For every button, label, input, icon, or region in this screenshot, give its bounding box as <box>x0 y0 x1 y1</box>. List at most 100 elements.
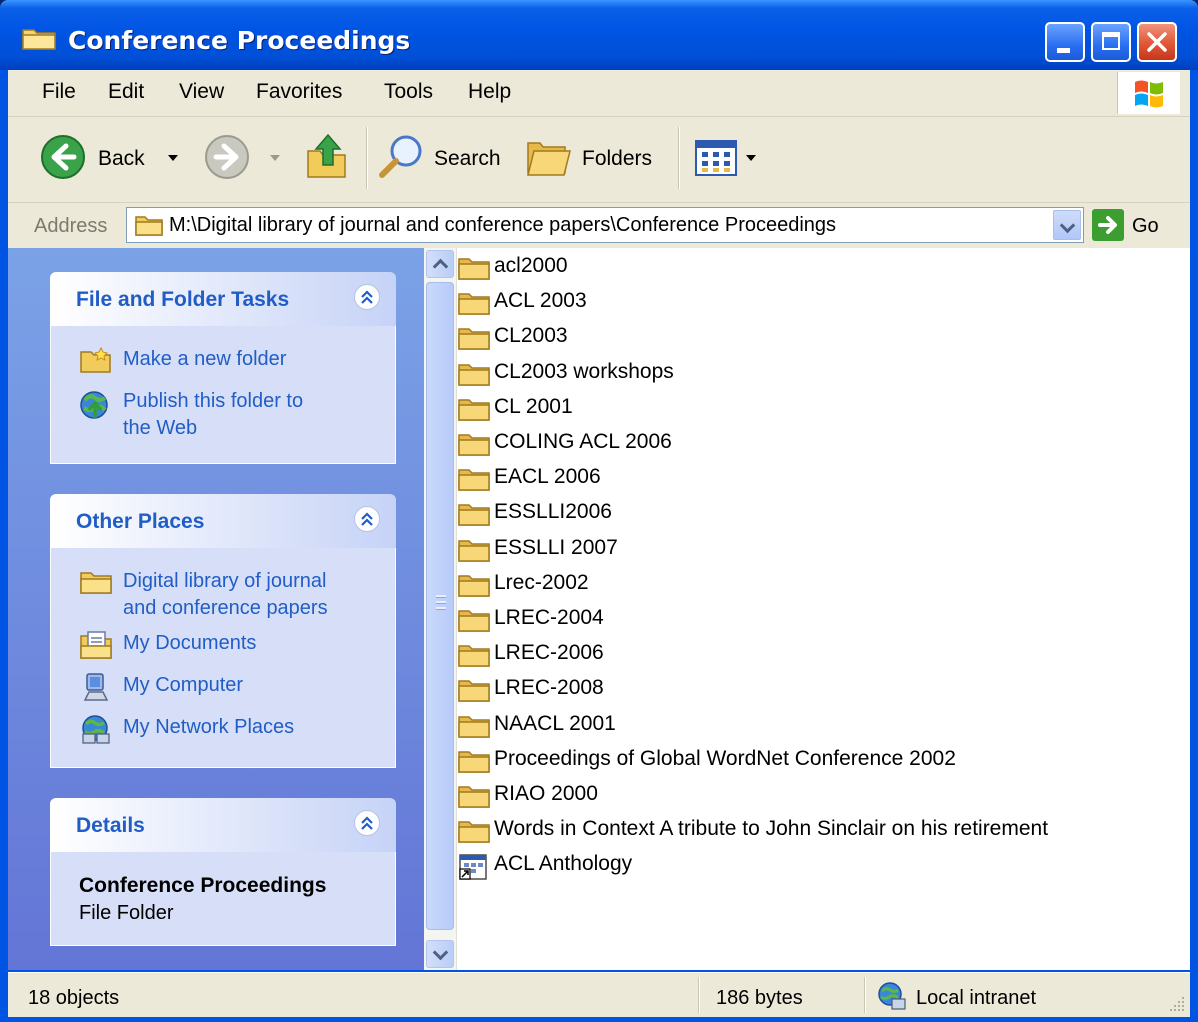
back-button[interactable]: Back <box>38 117 188 202</box>
back-label: Back <box>98 147 145 170</box>
folder-icon <box>458 575 490 597</box>
panel-title: Other Places <box>76 510 205 533</box>
panel-title: File and Folder Tasks <box>76 288 290 311</box>
menu-bar: File Edit View Favorites Tools Help <box>8 70 1190 117</box>
shortcut-file-icon <box>459 854 487 881</box>
address-dropdown-button[interactable] <box>1053 210 1081 240</box>
folder-icon <box>458 504 490 527</box>
details-type: File Folder <box>79 902 174 924</box>
forward-button[interactable] <box>204 117 288 202</box>
views-dropdown-icon <box>746 155 756 161</box>
windows-flag-icon <box>1135 80 1163 108</box>
back-dropdown-icon[interactable] <box>168 155 178 163</box>
close-button[interactable] <box>1137 22 1177 62</box>
folders-button[interactable]: Folders <box>526 117 662 202</box>
file-name: ACL Anthology <box>494 852 633 876</box>
minimize-button[interactable] <box>1045 22 1085 62</box>
views-icon <box>695 140 737 176</box>
explorer-window: Conference Proceedings File Edit View Fa… <box>0 0 1198 1022</box>
search-icon <box>379 135 422 178</box>
status-size: 186 bytes <box>716 987 803 1009</box>
folder-icon <box>458 539 490 562</box>
local-intranet-icon <box>878 982 906 1010</box>
up-button[interactable] <box>304 117 352 202</box>
file-name: CL2003 <box>494 324 568 348</box>
file-name: acl2000 <box>494 254 568 277</box>
folder-icon <box>458 786 490 808</box>
file-name: RIAO 2000 <box>494 782 598 805</box>
folder-icon <box>135 216 163 236</box>
file-name: EACL 2006 <box>494 465 601 489</box>
scroll-down-button[interactable] <box>426 940 454 968</box>
chevron-up-icon <box>361 290 373 304</box>
status-object-count: 18 objects <box>28 987 120 1009</box>
file-name: LREC-2006 <box>494 641 604 665</box>
collapse-button[interactable] <box>354 284 380 310</box>
status-separator <box>698 977 700 1013</box>
place-label: My Computer <box>123 674 244 696</box>
scroll-grip <box>436 601 446 604</box>
go-label[interactable]: Go <box>1132 215 1159 238</box>
folder-up-icon <box>307 133 346 178</box>
status-bar: 18 objects 186 bytes Local intranet <box>8 972 1190 1017</box>
address-label: Address <box>34 215 108 237</box>
file-name: ESSLLI 2007 <box>494 535 618 559</box>
menu-tools[interactable]: Tools <box>384 80 433 104</box>
file-name: COLING ACL 2006 <box>494 430 672 453</box>
views-button[interactable] <box>694 117 768 202</box>
other-places-panel: Other Places Digital library of journal … <box>50 494 396 768</box>
chevron-up-icon <box>361 816 373 830</box>
file-name: Lrec-2002 <box>494 570 589 594</box>
details-name: Conference Proceedings <box>79 874 327 897</box>
network-places-icon <box>82 715 110 744</box>
file-name: Proceedings of Global WordNet Conference… <box>494 746 956 770</box>
title-bar[interactable]: Conference Proceedings <box>0 0 1198 70</box>
menu-help[interactable]: Help <box>468 80 511 104</box>
folder-icon <box>22 29 56 50</box>
file-name: ESSLLI2006 <box>494 500 612 524</box>
scroll-thumb[interactable] <box>426 282 454 930</box>
resize-grip-icon[interactable] <box>1168 995 1186 1013</box>
toolbar-separator <box>678 127 680 189</box>
search-label: Search <box>434 147 501 170</box>
collapse-button[interactable] <box>354 810 380 836</box>
scroll-grip <box>436 595 446 598</box>
menu-view[interactable]: View <box>179 80 224 104</box>
address-input[interactable]: M:\Digital library of journal and confer… <box>126 207 1084 243</box>
task-pane: File and Folder Tasks Make a new folder <box>8 248 424 970</box>
panel-header[interactable]: Details <box>50 798 396 852</box>
menu-file[interactable]: File <box>42 80 76 104</box>
my-computer-icon <box>83 673 109 701</box>
new-folder-icon <box>80 346 111 373</box>
toolbar-separator <box>366 127 368 189</box>
vertical-scrollbar[interactable] <box>424 248 457 970</box>
folder-icon <box>458 328 490 351</box>
go-button[interactable] <box>1092 209 1124 241</box>
folder-icon <box>458 399 490 421</box>
place-label: My Network Places <box>123 716 295 738</box>
menu-edit[interactable]: Edit <box>108 80 144 104</box>
panel-header[interactable]: File and Folder Tasks <box>50 272 396 326</box>
back-arrow-icon <box>41 135 85 179</box>
task-label: Publish this folder to <box>123 390 304 412</box>
scroll-up-button[interactable] <box>426 250 454 278</box>
windows-logo <box>1117 72 1180 114</box>
place-label: Digital library of journal <box>123 570 327 592</box>
folders-label: Folders <box>582 147 653 170</box>
my-documents-icon <box>80 631 112 659</box>
file-name: NAACL 2001 <box>494 711 616 735</box>
maximize-button[interactable] <box>1091 22 1131 62</box>
status-separator <box>864 977 866 1013</box>
collapse-button[interactable] <box>354 506 380 532</box>
folder-icon <box>458 715 490 738</box>
menu-favorites[interactable]: Favorites <box>256 80 342 104</box>
file-list: acl2000 ACL 2003 CL2003 CL2003 workshops CL … <box>424 248 1190 970</box>
panel-body: Conference Proceedings File Folder <box>50 852 396 946</box>
place-label: and conference papers <box>123 597 328 619</box>
task-label: the Web <box>123 417 198 439</box>
address-path: M:\Digital library of journal and confer… <box>169 214 837 236</box>
folder-icon <box>458 293 490 315</box>
panel-header[interactable]: Other Places <box>50 494 396 548</box>
search-button[interactable]: Search <box>376 117 510 202</box>
folder-icon <box>458 258 490 280</box>
